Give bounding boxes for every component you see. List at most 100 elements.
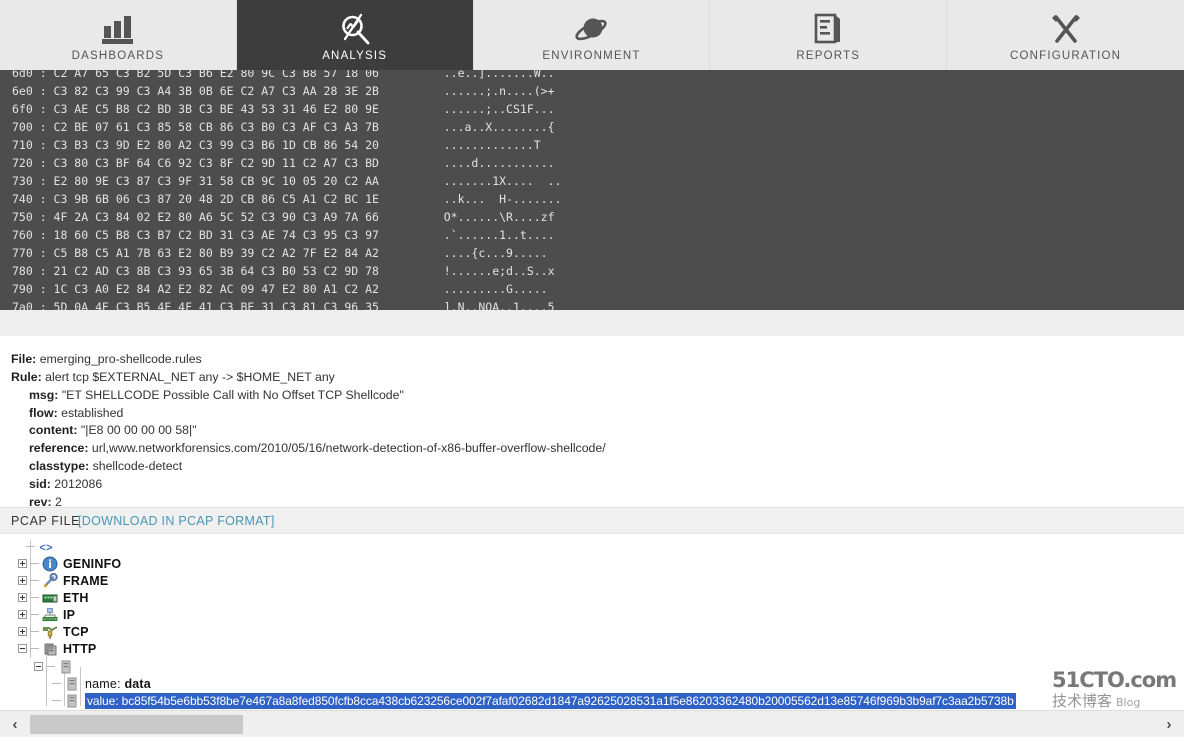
- field-icon: [64, 676, 80, 692]
- rule-rule-key: Rule:: [11, 370, 42, 384]
- hex-ascii: ......;.n....(>+: [444, 82, 555, 100]
- hex-dump-text: 6c0 : C3 B4 1F C3 92 C2 AF E2 84 A2 03 C…: [12, 46, 561, 310]
- packet-tree: <> GENINFO FRAME: [0, 534, 1184, 710]
- hex-offset: 780 : 21 C2 AD C3 8B C3 93 65 3B 64 C3 B…: [12, 262, 400, 280]
- rule-field-msg: msg: "ET SHELLCODE Possible Call with No…: [29, 388, 404, 402]
- hex-offset: 790 : 1C C3 A0 E2 84 A2 E2 82 AC 09 47 E…: [12, 280, 400, 298]
- rule-field-value: established: [61, 406, 123, 420]
- nav-label-dashboards: DASHBOARDS: [72, 50, 165, 62]
- tree-label-http: HTTP: [63, 642, 96, 656]
- hex-ascii: ].N..NOA..1....5: [444, 298, 555, 310]
- nav-item-environment[interactable]: ENVIRONMENT: [474, 0, 711, 70]
- tree-connector: [30, 614, 39, 615]
- tree-node-frame[interactable]: FRAME: [18, 572, 108, 589]
- tree-node-tcp[interactable]: TCP: [18, 623, 89, 640]
- tree-connector: [52, 683, 61, 684]
- hex-offset: 700 : C2 BE 07 61 C3 85 58 CB 86 C3 B0 C…: [12, 118, 400, 136]
- scroll-right-arrow-icon[interactable]: ›: [1154, 711, 1184, 738]
- tree-node-name[interactable]: name: data: [52, 675, 151, 692]
- scrollbar-track[interactable]: [30, 711, 1154, 738]
- rule-file-key: File:: [11, 352, 36, 366]
- hex-ascii: O*......\R....zf: [444, 208, 555, 226]
- hex-offset: 6f0 : C3 AE C5 B8 C2 BD 3B C3 BE 43 53 3…: [12, 100, 400, 118]
- rule-field-key: reference:: [29, 441, 88, 455]
- nav-item-analysis[interactable]: ANALYSIS: [237, 0, 474, 70]
- hex-ascii: .`......1..t....: [444, 226, 555, 244]
- hex-dump-line: 780 : 21 C2 AD C3 8B C3 93 65 3B 64 C3 B…: [12, 262, 561, 280]
- scrollbar-thumb[interactable]: [30, 715, 243, 734]
- rule-rule-value: alert tcp $EXTERNAL_NET any -> $HOME_NET…: [45, 370, 335, 384]
- tree-node-geninfo[interactable]: GENINFO: [18, 555, 121, 572]
- hex-offset: 770 : C5 B8 C5 A1 7B 63 E2 80 B9 39 C2 A…: [12, 244, 400, 262]
- hex-dump-line: 770 : C5 B8 C5 A1 7B 63 E2 80 B9 39 C2 A…: [12, 244, 561, 262]
- tree-value-key: value:: [87, 694, 118, 708]
- nav-item-configuration[interactable]: CONFIGURATION: [947, 0, 1184, 70]
- hex-ascii: ..k... H-.......: [444, 190, 562, 208]
- pcap-file-bar: PCAP FILE [DOWNLOAD IN PCAP FORMAT]: [0, 507, 1184, 534]
- magnifier-chart-icon: [339, 9, 371, 45]
- expand-toggle-ip[interactable]: [18, 610, 27, 619]
- rule-field-key: content:: [29, 423, 78, 437]
- hex-dump-line: 790 : 1C C3 A0 E2 84 A2 E2 82 AC 09 47 E…: [12, 280, 561, 298]
- nav-item-dashboards[interactable]: DASHBOARDS: [0, 0, 237, 70]
- nav-label-environment: ENVIRONMENT: [542, 50, 640, 62]
- rule-field-key: sid:: [29, 477, 51, 491]
- expand-toggle-eth[interactable]: [18, 593, 27, 602]
- hex-dump-line: 710 : C3 B3 C3 9D E2 80 A2 C3 99 C3 B6 1…: [12, 136, 561, 154]
- hex-offset: 710 : C3 B3 C3 9D E2 80 A2 C3 99 C3 B6 1…: [12, 136, 400, 154]
- hex-offset: 730 : E2 80 9E C3 87 C3 9F 31 58 CB 9C 1…: [12, 172, 400, 190]
- tcp-plug-icon: [42, 624, 58, 640]
- tree-label-geninfo: GENINFO: [63, 557, 121, 571]
- tree-label-ip: IP: [63, 608, 75, 622]
- hex-ascii: !......e;d..S..x: [444, 262, 555, 280]
- nav-label-configuration: CONFIGURATION: [1010, 50, 1121, 62]
- rule-field-key: classtype:: [29, 459, 89, 473]
- tree-node-http[interactable]: HTTP: [18, 640, 96, 657]
- network-card-icon: [42, 590, 58, 606]
- tree-connector: [30, 631, 39, 632]
- tree-node-field-group[interactable]: [34, 658, 79, 675]
- hex-ascii: ....d...........: [444, 154, 555, 172]
- tree-label-eth: ETH: [63, 591, 89, 605]
- collapse-toggle-http[interactable]: [18, 644, 27, 653]
- rule-field-flow: flow: established: [29, 406, 123, 420]
- hex-offset: 760 : 18 60 C5 B8 C3 B7 C2 BD 31 C3 AE 7…: [12, 226, 400, 244]
- hex-offset: 740 : C3 9B 6B 06 C3 87 20 48 2D CB 86 C…: [12, 190, 400, 208]
- download-pcap-link[interactable]: [DOWNLOAD IN PCAP FORMAT]: [78, 514, 275, 528]
- rule-field-value: url,www.networkforensics.com/2010/05/16/…: [92, 441, 606, 455]
- hex-ascii: .......1X.... ..: [444, 172, 562, 190]
- expand-toggle-frame[interactable]: [18, 576, 27, 585]
- hex-dump-line: 720 : C3 80 C3 BF 64 C6 92 C3 8F C2 9D 1…: [12, 154, 561, 172]
- horizontal-scrollbar[interactable]: ‹ ›: [0, 710, 1184, 737]
- hex-ascii: .........G.....: [444, 280, 548, 298]
- field-icon: [58, 659, 74, 675]
- hex-dump-line: 700 : C2 BE 07 61 C3 85 58 CB 86 C3 B0 C…: [12, 118, 561, 136]
- tree-node-value[interactable]: value: bc85f54b5e6bb53f8be7e467a8a8fed85…: [52, 692, 1016, 709]
- hex-ascii: ......;..CS1F...: [444, 100, 555, 118]
- rule-file-value: emerging_pro-shellcode.rules: [40, 352, 202, 366]
- nav-item-reports[interactable]: REPORTS: [710, 0, 947, 70]
- tree-node-root[interactable]: <>: [26, 538, 59, 555]
- tree-name-key: name:: [85, 677, 121, 691]
- rule-rule-row: Rule: alert tcp $EXTERNAL_NET any -> $HO…: [11, 370, 335, 384]
- rule-field-value: "ET SHELLCODE Possible Call with No Offs…: [62, 388, 404, 402]
- scroll-left-arrow-icon[interactable]: ‹: [0, 711, 30, 738]
- expand-toggle-tcp[interactable]: [18, 627, 27, 636]
- hex-dump-line: 740 : C3 9B 6B 06 C3 87 20 48 2D CB 86 C…: [12, 190, 561, 208]
- selected-value-row[interactable]: value: bc85f54b5e6bb53f8be7e467a8a8fed85…: [85, 693, 1016, 709]
- expand-toggle-geninfo[interactable]: [18, 559, 27, 568]
- hex-offset: 750 : 4F 2A C3 84 02 E2 80 A6 5C 52 C3 9…: [12, 208, 400, 226]
- tree-name-value: data: [124, 677, 151, 691]
- collapse-toggle-field-group[interactable]: [34, 662, 43, 671]
- hex-dump-line: 6f0 : C3 AE C5 B8 C2 BD 3B C3 BE 43 53 3…: [12, 100, 561, 118]
- rule-field-value: 2012086: [54, 477, 102, 491]
- tree-node-eth[interactable]: ETH: [18, 589, 89, 606]
- http-server-icon: [42, 641, 58, 657]
- hex-ascii: .............T: [444, 136, 541, 154]
- report-document-icon: [814, 9, 842, 45]
- hex-offset: 720 : C3 80 C3 BF 64 C6 92 C3 8F C2 9D 1…: [12, 154, 400, 172]
- tree-node-ip[interactable]: IP: [18, 606, 75, 623]
- rule-detail-panel: File: emerging_pro-shellcode.rules Rule:…: [0, 310, 1184, 507]
- rule-panel-band: [0, 310, 1184, 336]
- bar-chart-icon: [101, 9, 135, 45]
